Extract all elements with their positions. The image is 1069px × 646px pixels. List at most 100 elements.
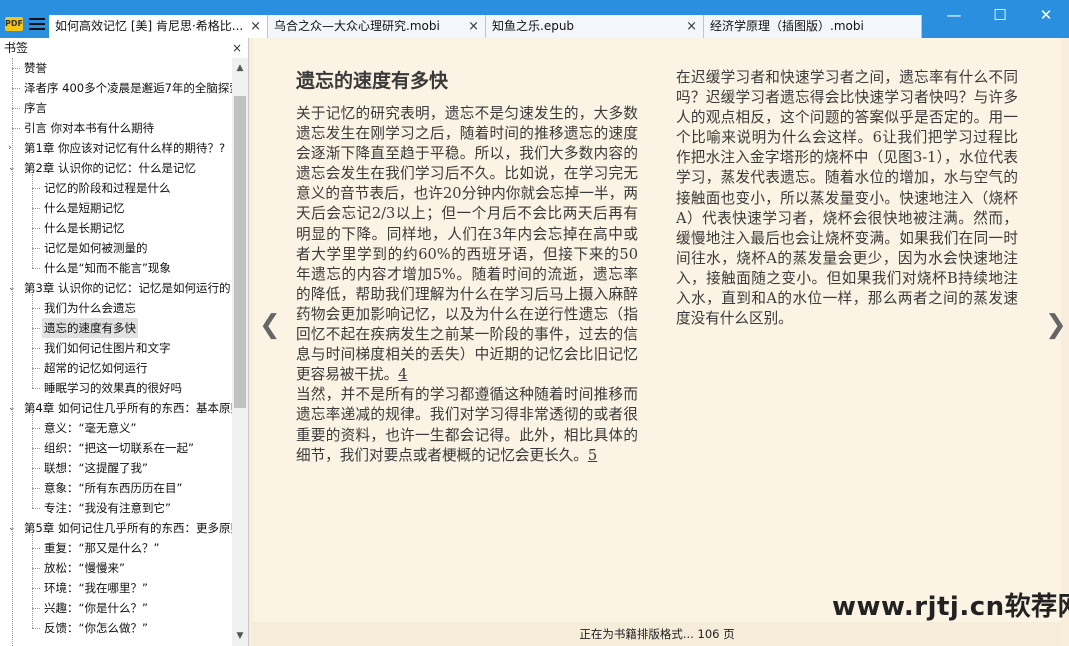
- tree-connector: [12, 128, 20, 129]
- bookmark-chapter[interactable]: ⌄ 第4章 如何记住几乎所有的东西：基本原则: [0, 398, 232, 418]
- bookmark-sidebar: 书签 × 赞誉泽者序 400多个凌晨是邂逅7年的全脑探索 序言引言 你对本书有什么…: [0, 38, 249, 646]
- reader-pane: 遗忘的速度有多快 关于记忆的研究表明，遗忘不是匀速发生的，大多数遗忘发生在刚学习…: [249, 38, 1069, 646]
- prev-page-icon[interactable]: ❮: [259, 310, 281, 340]
- bookmark-section[interactable]: 什么是长期记忆: [0, 218, 232, 238]
- paragraph: 在迟缓学习者和快速学习者之间，遗忘率有什么不同吗？迟缓学习者遗忘得会比快速学习者…: [676, 69, 1018, 328]
- bookmark-label: 泽者序 400多个凌晨是邂逅7年的全脑探索: [24, 81, 232, 95]
- tab-book-1[interactable]: 如何高效记忆 [美] 肯尼思·希格比... ×: [49, 15, 268, 38]
- bookmark-label: 赞誉: [24, 61, 47, 75]
- scroll-down-icon[interactable]: ▼: [232, 628, 248, 644]
- bookmark-label: 什么是短期记忆: [44, 201, 125, 215]
- bookmark-section[interactable]: 联想：“这提醒了我”: [0, 458, 232, 478]
- bookmark-label: 组织：“把这一切联系在一起”: [44, 441, 194, 455]
- tree-connector: [32, 628, 40, 629]
- bookmark-section[interactable]: 重复：“那又是什么？”: [0, 538, 232, 558]
- sidebar-close-icon[interactable]: ×: [232, 38, 242, 58]
- minimize-button[interactable]: —: [931, 0, 977, 30]
- scrollbar-thumb[interactable]: [234, 96, 246, 408]
- bookmark-section[interactable]: 放松：“慢慢来”: [0, 558, 232, 578]
- left-column: 遗忘的速度有多快 关于记忆的研究表明，遗忘不是匀速发生的，大多数遗忘发生在刚学习…: [296, 58, 638, 466]
- tree-connector: [32, 508, 40, 509]
- bookmark-label: 记忆是如何被测量的: [44, 241, 148, 255]
- tab-close-icon[interactable]: ×: [468, 15, 479, 38]
- bookmark-section[interactable]: 意义：“毫无意义”: [0, 418, 232, 438]
- bookmark-section[interactable]: 遗忘的速度有多快: [0, 318, 232, 338]
- sidebar-scrollbar[interactable]: ▲ ▼: [232, 58, 248, 646]
- footnote-link[interactable]: 5: [588, 447, 597, 464]
- bookmark-section[interactable]: 我们为什么会遗忘: [0, 298, 232, 318]
- bookmark-chapter[interactable]: 赞誉: [0, 58, 232, 78]
- status-bar: 正在为书籍排版格式... 106 页: [253, 622, 1061, 646]
- tab-book-4[interactable]: 经济学原理（插图版）.mobi: [704, 15, 922, 38]
- bookmark-section[interactable]: 环境：“我在哪里？”: [0, 578, 232, 598]
- bookmark-section[interactable]: 什么是“知而不能言”现象: [0, 258, 232, 278]
- tree-connector: [12, 68, 20, 69]
- paragraph: 当然，并不是所有的学习都遵循这种随着时间推移而遗忘率递减的规律。我们对学习得非常…: [296, 386, 638, 464]
- bookmark-label: 意象：“所有东西历历在目”: [44, 481, 183, 495]
- tree-connector: [32, 608, 40, 609]
- bookmark-chapter[interactable]: 引言 你对本书有什么期待: [0, 118, 232, 138]
- bookmark-label: 序言: [24, 101, 47, 115]
- bookmark-label: 什么是长期记忆: [44, 221, 125, 235]
- tree-connector: [12, 108, 20, 109]
- tree-guide-line: [32, 414, 33, 508]
- book-page: 遗忘的速度有多快 关于记忆的研究表明，遗忘不是匀速发生的，大多数遗忘发生在刚学习…: [253, 38, 1067, 622]
- tree-connector: [32, 468, 40, 469]
- bookmark-section[interactable]: 我们如何记住图片和文字: [0, 338, 232, 358]
- bookmark-label: 反馈：“你怎么做？”: [44, 621, 148, 635]
- bookmark-label: 联想：“这提醒了我”: [44, 461, 148, 475]
- bookmark-label: 重复：“那又是什么？”: [44, 541, 160, 555]
- bookmark-label: 环境：“我在哪里？”: [44, 581, 148, 595]
- tree-connector: [32, 448, 40, 449]
- bookmark-section[interactable]: 组织：“把这一切联系在一起”: [0, 438, 232, 458]
- bookmark-chapter[interactable]: ⌄ 第5章 如何记住几乎所有的东西：更多原则: [0, 518, 232, 538]
- sidebar-title: 书签: [4, 41, 29, 55]
- close-button[interactable]: ✕: [1023, 0, 1069, 30]
- bookmark-label: 我们如何记住图片和文字: [44, 341, 171, 355]
- tab-label: 如何高效记忆 [美] 肯尼思·希格比...: [55, 19, 244, 33]
- scroll-up-icon[interactable]: ▲: [232, 60, 248, 76]
- tree-connector: [32, 348, 40, 349]
- bookmark-label: 意义：“毫无意义”: [44, 421, 137, 435]
- bookmark-label: 放松：“慢慢来”: [44, 561, 125, 575]
- bookmark-section[interactable]: 意象：“所有东西历历在目”: [0, 478, 232, 498]
- tab-label: 知鱼之乐.epub: [492, 19, 575, 33]
- bookmark-chapter[interactable]: ⌄ 第3章 认识你的记忆：记忆是如何运行的: [0, 278, 232, 298]
- tree-connector: [32, 588, 40, 589]
- bookmark-chapter[interactable]: › 第1章 你应该对记忆有什么样的期待？?: [0, 138, 232, 158]
- tree-guide-line: [32, 174, 33, 268]
- hamburger-menu-icon[interactable]: [29, 18, 45, 30]
- next-page-icon[interactable]: ❯: [1045, 310, 1067, 340]
- tab-book-3[interactable]: 知鱼之乐.epub ×: [486, 15, 704, 38]
- bookmark-chapter[interactable]: ⌄ 第2章 认识你的记忆：什么是记忆: [0, 158, 232, 178]
- bookmark-label: 第3章 认识你的记忆：记忆是如何运行的: [24, 281, 231, 295]
- bookmark-section[interactable]: 什么是短期记忆: [0, 198, 232, 218]
- tab-close-icon[interactable]: ×: [250, 15, 261, 38]
- app-logo-icon: PDF: [5, 17, 23, 31]
- bookmark-section[interactable]: 记忆的阶段和过程是什么: [0, 178, 232, 198]
- tab-book-2[interactable]: 乌合之众—大众心理研究.mobi ×: [268, 15, 486, 38]
- bookmark-chapter[interactable]: 序言: [0, 98, 232, 118]
- maximize-button[interactable]: ☐: [977, 0, 1023, 30]
- bookmark-label: 兴趣：“你是什么？”: [44, 601, 148, 615]
- bookmark-label: 遗忘的速度有多快: [42, 318, 138, 338]
- bookmark-label: 超常的记忆如何运行: [44, 361, 148, 375]
- bookmark-label: 第4章 如何记住几乎所有的东西：基本原则: [24, 401, 232, 415]
- bookmark-section[interactable]: 专注：“我没有注意到它”: [0, 498, 232, 518]
- tree-connector: [32, 308, 40, 309]
- bookmark-label: 专注：“我没有注意到它”: [44, 501, 171, 515]
- footnote-link[interactable]: 4: [398, 366, 407, 383]
- tab-close-icon[interactable]: ×: [686, 15, 697, 38]
- title-bar: PDF 如何高效记忆 [美] 肯尼思·希格比... × 乌合之众—大众心理研究.…: [0, 0, 1069, 38]
- bookmark-label: 第5章 如何记住几乎所有的东西：更多原则: [24, 521, 232, 535]
- bookmark-section[interactable]: 反馈：“你怎么做？”: [0, 618, 232, 638]
- tab-label: 乌合之众—大众心理研究.mobi: [274, 19, 440, 33]
- bookmark-section[interactable]: 记忆是如何被测量的: [0, 238, 232, 258]
- tree-connector: [32, 568, 40, 569]
- bookmark-chapter[interactable]: 泽者序 400多个凌晨是邂逅7年的全脑探索: [0, 78, 232, 98]
- bookmark-label: 记忆的阶段和过程是什么: [44, 181, 171, 195]
- tab-label: 经济学原理（插图版）.mobi: [710, 19, 864, 33]
- bookmark-section[interactable]: 超常的记忆如何运行: [0, 358, 232, 378]
- bookmark-section[interactable]: 睡眠学习的效果真的很好吗: [0, 378, 232, 398]
- bookmark-section[interactable]: 兴趣：“你是什么？”: [0, 598, 232, 618]
